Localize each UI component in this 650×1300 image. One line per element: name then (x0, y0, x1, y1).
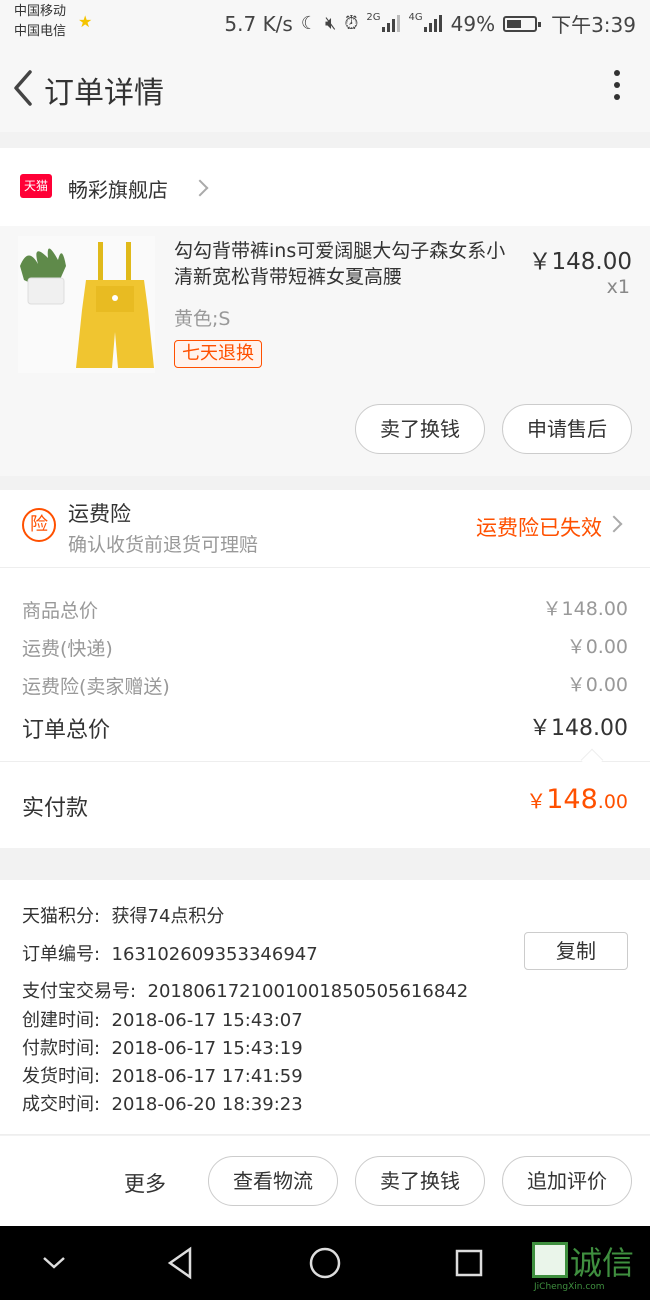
watermark-logo: 诚信 JiChengXin.com (532, 1240, 644, 1296)
signal-icon (381, 14, 400, 32)
bottom-action-bar: 更多 查看物流 卖了换钱 追加评价 (0, 1136, 650, 1226)
price-breakdown: 商品总价 ￥148.00 运费(快递) ￥0.00 运费险(卖家赠送) ￥0.0… (0, 568, 650, 848)
price-value: ￥148.00 (542, 598, 628, 620)
order-info: 天猫积分: 获得74点积分 订单编号: 163102609353346947 复… (0, 880, 650, 1135)
moon-icon: ☾ (300, 13, 317, 34)
watermark-sub: JiChengXin.com (534, 1282, 605, 1292)
mute-icon: 🔇︎ (324, 13, 337, 34)
after-sale-button[interactable]: 申请售后 (502, 404, 632, 454)
paid-label: 实付款 (22, 796, 89, 821)
price-value: ￥0.00 (566, 674, 628, 696)
chevron-right-icon[interactable] (191, 179, 209, 197)
alipay-number: 2018061721001001850505616842 (147, 981, 469, 1002)
clock: 下午3:39 (551, 13, 636, 37)
completed-label: 成交时间: (22, 1094, 101, 1115)
caret-up-icon (580, 748, 604, 772)
home-circle-icon[interactable] (308, 1246, 342, 1280)
product-image[interactable] (18, 236, 155, 373)
shipped-label: 发货时间: (22, 1066, 101, 1087)
product-price: ￥148.00 (528, 249, 632, 275)
insurance-title: 运费险 (68, 502, 131, 526)
signal-icon (423, 14, 442, 32)
product-quantity: x1 (606, 276, 630, 298)
completed-row: 成交时间: 2018-06-20 18:39:23 (22, 1090, 303, 1116)
more-menu-icon[interactable] (612, 70, 622, 106)
order-number-row: 订单编号: 163102609353346947 (22, 940, 318, 966)
paid-time-label: 付款时间: (22, 1038, 101, 1059)
product-row[interactable]: 勾勾背带裤ins可爱阔腿大勾子森女系小清新宽松背带短裤女夏高腰 ￥148.00 … (0, 226, 650, 476)
points-label: 天猫积分: (22, 906, 101, 927)
order-number-label: 订单编号: (22, 944, 101, 965)
recent-apps-icon[interactable] (454, 1248, 484, 1278)
copy-button[interactable]: 复制 (524, 932, 628, 970)
price-label: 商品总价 (22, 600, 99, 622)
divider (0, 761, 650, 762)
network-4g-label: 4G (408, 12, 423, 23)
alipay-label: 支付宝交易号: (22, 981, 137, 1002)
order-number: 163102609353346947 (111, 944, 318, 965)
insurance-icon: 险 (22, 508, 56, 542)
paid-integer: 148 (546, 784, 598, 815)
watermark-box-icon (532, 1242, 568, 1278)
shipped-row: 发货时间: 2018-06-17 17:41:59 (22, 1062, 303, 1088)
page-title: 订单详情 (44, 76, 164, 111)
seven-day-return-badge: 七天退换 (174, 340, 262, 368)
system-nav-bar: 诚信 JiChengXin.com (0, 1226, 650, 1300)
points-value: 获得74点积分 (111, 906, 225, 927)
network-speed: 5.7 K/s (224, 11, 293, 36)
alipay-row: 支付宝交易号: 2018061721001001850505616842 (22, 977, 468, 1003)
price-value: ￥0.00 (566, 636, 628, 658)
resell-button[interactable]: 卖了换钱 (355, 404, 485, 454)
shipping-insurance-row[interactable]: 险 运费险 确认收货前退货可理赔 运费险已失效 (0, 490, 650, 568)
insurance-status[interactable]: 运费险已失效 (476, 512, 602, 542)
more-button[interactable]: 更多 (124, 1168, 166, 1198)
network-2g-label: 2G (366, 12, 381, 23)
tmall-logo: 天猫 (20, 174, 52, 198)
product-title[interactable]: 勾勾背带裤ins可爱阔腿大勾子森女系小清新宽松背带短裤女夏高腰 (174, 238, 514, 290)
paid-time-row: 付款时间: 2018-06-17 15:43:19 (22, 1034, 303, 1060)
price-label: 运费(快递) (22, 638, 113, 660)
title-bar: 订单详情 (0, 44, 650, 132)
chevron-down-icon[interactable] (40, 1252, 68, 1272)
status-bar: 中国移动 中国电信 ★ 5.7 K/s ☾ 🔇︎ ⏰︎ 2G 4G 49% 下午… (0, 0, 650, 44)
paid-decimal: .00 (597, 791, 628, 813)
order-total-label: 订单总价 (22, 718, 111, 743)
alarm-icon: ⏰︎ (344, 13, 359, 34)
status-icons: 5.7 K/s ☾ 🔇︎ ⏰︎ 2G 4G 49% 下午3:39 (224, 9, 636, 38)
resell-button[interactable]: 卖了换钱 (355, 1156, 485, 1206)
view-logistics-button[interactable]: 查看物流 (208, 1156, 338, 1206)
paid-time: 2018-06-17 15:43:19 (111, 1038, 303, 1059)
battery-icon (503, 15, 542, 32)
created-label: 创建时间: (22, 1010, 101, 1031)
price-label: 运费险(卖家赠送) (22, 676, 170, 698)
paid-currency: ￥ (526, 789, 547, 813)
battery-percent: 49% (450, 11, 496, 36)
created-row: 创建时间: 2018-06-17 15:43:07 (22, 1006, 303, 1032)
order-total-value: ￥148.00 (529, 716, 628, 741)
watermark-text: 诚信 (570, 1244, 635, 1282)
back-arrow-icon[interactable] (6, 64, 46, 112)
carrier-2: 中国电信 (14, 24, 67, 39)
created-time: 2018-06-17 15:43:07 (111, 1010, 303, 1031)
paid-amount: ￥148.00 (526, 784, 628, 815)
insurance-subtitle: 确认收货前退货可理赔 (68, 534, 259, 556)
shipped-time: 2018-06-17 17:41:59 (111, 1066, 303, 1087)
completed-time: 2018-06-20 18:39:23 (111, 1094, 303, 1115)
shop-name[interactable]: 畅彩旗舰店 (68, 174, 168, 203)
back-triangle-icon[interactable] (164, 1246, 196, 1280)
points-row: 天猫积分: 获得74点积分 (22, 902, 224, 928)
star-icon: ★ (78, 12, 93, 31)
add-review-button[interactable]: 追加评价 (502, 1156, 632, 1206)
product-sku: 黄色;S (174, 308, 231, 330)
carrier-1: 中国移动 (14, 4, 67, 19)
chevron-right-icon[interactable] (605, 515, 623, 533)
